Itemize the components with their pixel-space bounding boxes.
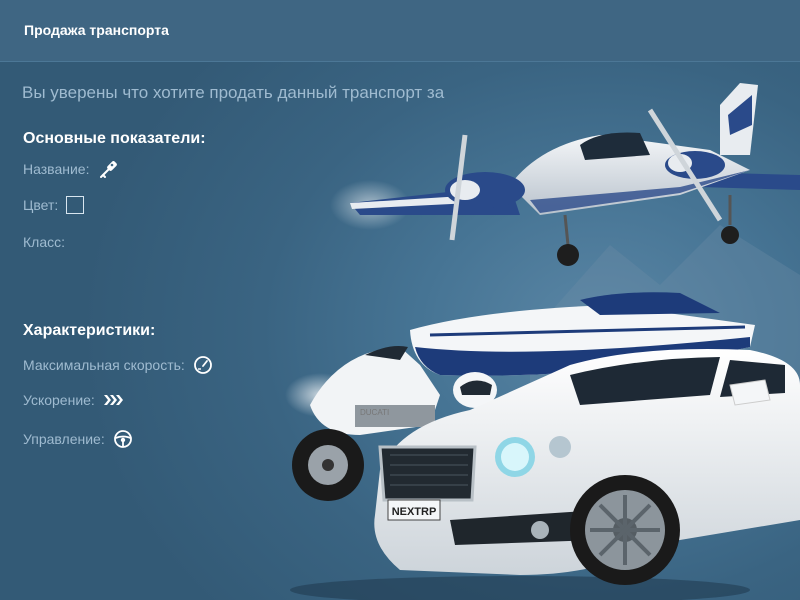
main-specs-heading: Основные показатели: (23, 130, 206, 147)
color-row: Цвет: (23, 196, 85, 214)
class-row: Класс: (23, 234, 65, 250)
vehicles-illustration: DUCATI NEXTRP (280, 75, 800, 600)
steering-wheel-icon (113, 429, 133, 449)
speedometer-icon (193, 355, 213, 375)
bike-brand-text: DUCATI (360, 408, 389, 417)
characteristics-heading: Характеристики: (23, 322, 156, 339)
license-plate-text: NEXTRP (392, 506, 437, 518)
class-label: Класс: (23, 234, 65, 250)
handling-row: Управление: (23, 429, 133, 449)
color-label: Цвет: (23, 197, 59, 213)
acceleration-label: Ускорение: (23, 392, 95, 408)
acceleration-row: Ускорение: (23, 392, 125, 408)
handling-label: Управление: (23, 431, 105, 447)
color-swatch (66, 196, 85, 214)
name-row: Название: (23, 158, 119, 180)
max-speed-label: Максимальная скорость: (23, 357, 185, 373)
dialog-header: Продажа транспорта (0, 0, 800, 62)
key-icon (97, 158, 119, 180)
chevrons-right-icon (103, 392, 125, 408)
sell-vehicle-dialog: Продажа транспорта Вы уверены что хотите… (0, 0, 800, 600)
airplane-image (330, 83, 800, 266)
name-label: Название: (23, 161, 90, 177)
max-speed-row: Максимальная скорость: (23, 355, 213, 375)
dialog-title: Продажа транспорта (24, 22, 169, 38)
